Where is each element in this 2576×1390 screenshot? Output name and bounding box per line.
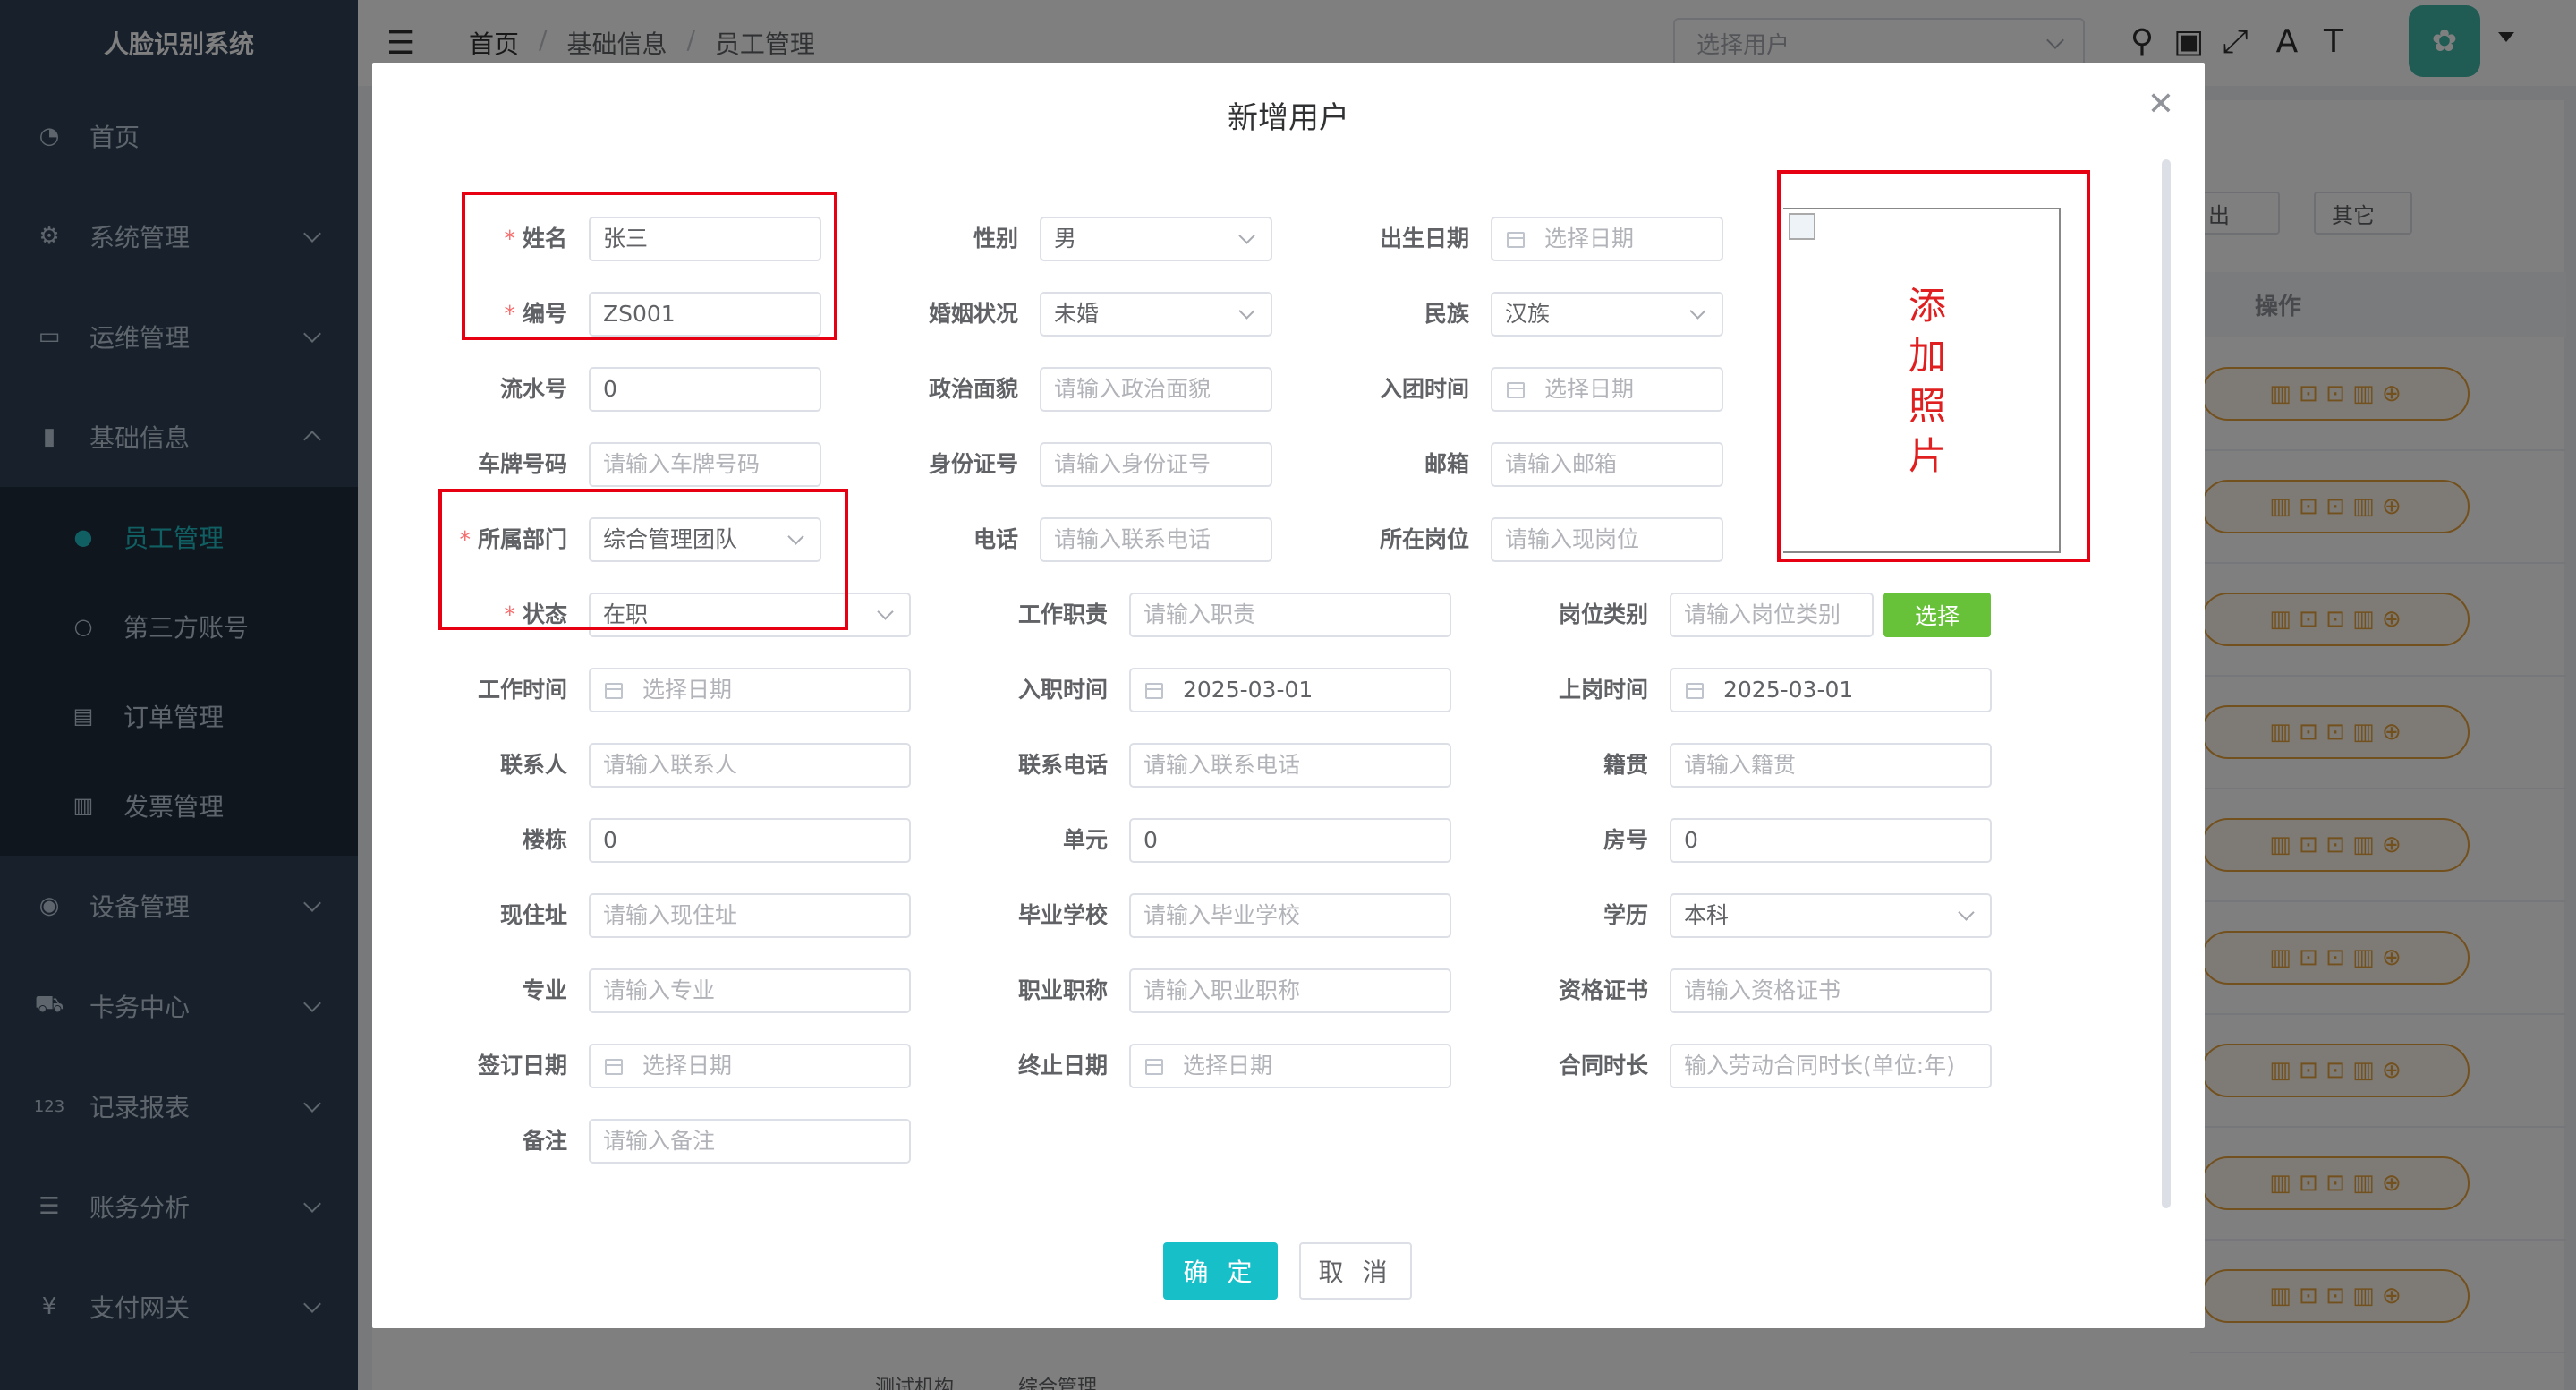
add-user-dialog: 新增用户 ✕ * 姓名 张三 性别 男 出生日期 选择日期 * 编号 ZS001 婚…: [372, 63, 2205, 1328]
education-select[interactable]: 本科: [1670, 893, 1992, 938]
calendar-icon: [1145, 1059, 1163, 1075]
calendar-icon: [1145, 683, 1163, 699]
address-field: 现住址 请输入现住址: [500, 893, 911, 938]
native-input[interactable]: 请输入籍贯: [1670, 743, 1992, 788]
serial-field: 流水号 0: [500, 367, 821, 412]
highlight-box-name-code: [462, 192, 837, 340]
post-input[interactable]: 请输入现岗位: [1491, 517, 1723, 562]
chevron-down-icon: [1238, 303, 1255, 320]
unit-field: 单元 0: [1063, 818, 1451, 863]
gender-select[interactable]: 男: [1040, 217, 1272, 261]
select-post-type-button[interactable]: 选择: [1883, 593, 1991, 637]
chevron-down-icon: [1958, 904, 1975, 921]
marital-field: 婚姻状况 未婚: [929, 292, 1272, 337]
chevron-down-icon: [1689, 303, 1706, 320]
close-icon[interactable]: ✕: [2147, 86, 2174, 123]
dialog-scrollbar[interactable]: [2162, 159, 2171, 1208]
phone-input[interactable]: 请输入联系电话: [1040, 517, 1272, 562]
chevron-down-icon: [877, 603, 894, 620]
contact-input[interactable]: 请输入联系人: [589, 743, 911, 788]
school-input[interactable]: 请输入毕业学校: [1129, 893, 1451, 938]
title-field: 职业职称 请输入职业职称: [1018, 968, 1451, 1013]
calendar-icon: [1507, 382, 1525, 398]
id-card-field: 身份证号 请输入身份证号: [929, 442, 1272, 487]
building-input[interactable]: 0: [589, 818, 911, 863]
ethnic-field: 民族 汉族: [1424, 292, 1723, 337]
onboard-date-picker[interactable]: 2025-03-01: [1670, 668, 1992, 712]
gender-field: 性别 男: [973, 217, 1272, 261]
sign-date-field: 签订日期 选择日期: [478, 1044, 911, 1088]
post-field: 所在岗位 请输入现岗位: [1380, 517, 1723, 562]
room-input[interactable]: 0: [1670, 818, 1992, 863]
join-date-field: 入职时间 2025-03-01: [1018, 668, 1451, 712]
political-field: 政治面貌 请输入政治面貌: [929, 367, 1272, 412]
chevron-down-icon: [1238, 227, 1255, 244]
cancel-button[interactable]: 取 消: [1299, 1242, 1412, 1300]
confirm-button[interactable]: 确 定: [1163, 1242, 1278, 1300]
email-field: 邮箱 请输入邮箱: [1424, 442, 1723, 487]
calendar-icon: [605, 683, 623, 699]
birth-date-picker[interactable]: 选择日期: [1491, 217, 1723, 261]
email-input[interactable]: 请输入邮箱: [1491, 442, 1723, 487]
post-type-field: 岗位类别 请输入岗位类别: [1559, 593, 1874, 637]
join-date-picker[interactable]: 2025-03-01: [1129, 668, 1451, 712]
highlight-box-photo: [1777, 170, 2090, 562]
building-field: 楼栋 0: [523, 818, 911, 863]
work-time-field: 工作时间 选择日期: [478, 668, 911, 712]
major-input[interactable]: 请输入专业: [589, 968, 911, 1013]
dialog-title: 新增用户: [1228, 100, 1349, 136]
contact-phone-field: 联系电话 请输入联系电话: [1018, 743, 1451, 788]
onboard-date-field: 上岗时间 2025-03-01: [1559, 668, 1992, 712]
league-date-picker[interactable]: 选择日期: [1491, 367, 1723, 412]
title-input[interactable]: 请输入职业职称: [1129, 968, 1451, 1013]
highlight-box-department: [438, 489, 848, 630]
post-type-input[interactable]: 请输入岗位类别: [1670, 593, 1874, 637]
calendar-icon: [1507, 232, 1525, 248]
league-date-field: 入团时间 选择日期: [1380, 367, 1723, 412]
unit-input[interactable]: 0: [1129, 818, 1451, 863]
work-time-picker[interactable]: 选择日期: [589, 668, 911, 712]
end-date-field: 终止日期 选择日期: [1018, 1044, 1451, 1088]
duty-input[interactable]: 请输入职责: [1129, 593, 1451, 637]
address-input[interactable]: 请输入现住址: [589, 893, 911, 938]
contact-phone-input[interactable]: 请输入联系电话: [1129, 743, 1451, 788]
contract-years-field: 合同时长 输入劳动合同时长(单位:年): [1559, 1044, 1992, 1088]
major-field: 专业 请输入专业: [523, 968, 911, 1013]
contract-years-input[interactable]: 输入劳动合同时长(单位:年): [1670, 1044, 1992, 1088]
calendar-icon: [1686, 683, 1704, 699]
plate-field: 车牌号码 请输入车牌号码: [478, 442, 821, 487]
id-card-input[interactable]: 请输入身份证号: [1040, 442, 1272, 487]
plate-input[interactable]: 请输入车牌号码: [589, 442, 821, 487]
native-field: 籍贯 请输入籍贯: [1603, 743, 1992, 788]
education-field: 学历 本科: [1603, 893, 1992, 938]
remark-field: 备注 请输入备注: [523, 1119, 911, 1164]
remark-input[interactable]: 请输入备注: [589, 1119, 911, 1164]
calendar-icon: [605, 1059, 623, 1075]
birth-date-field: 出生日期 选择日期: [1380, 217, 1723, 261]
certificate-input[interactable]: 请输入资格证书: [1670, 968, 1992, 1013]
serial-input[interactable]: 0: [589, 367, 821, 412]
room-field: 房号 0: [1603, 818, 1992, 863]
duty-field: 工作职责 请输入职责: [1018, 593, 1451, 637]
school-field: 毕业学校 请输入毕业学校: [1018, 893, 1451, 938]
sign-date-picker[interactable]: 选择日期: [589, 1044, 911, 1088]
marital-select[interactable]: 未婚: [1040, 292, 1272, 337]
ethnic-select[interactable]: 汉族: [1491, 292, 1723, 337]
phone-field: 电话 请输入联系电话: [973, 517, 1272, 562]
political-input[interactable]: 请输入政治面貌: [1040, 367, 1272, 412]
contact-field: 联系人 请输入联系人: [500, 743, 911, 788]
end-date-picker[interactable]: 选择日期: [1129, 1044, 1451, 1088]
certificate-field: 资格证书 请输入资格证书: [1559, 968, 1992, 1013]
